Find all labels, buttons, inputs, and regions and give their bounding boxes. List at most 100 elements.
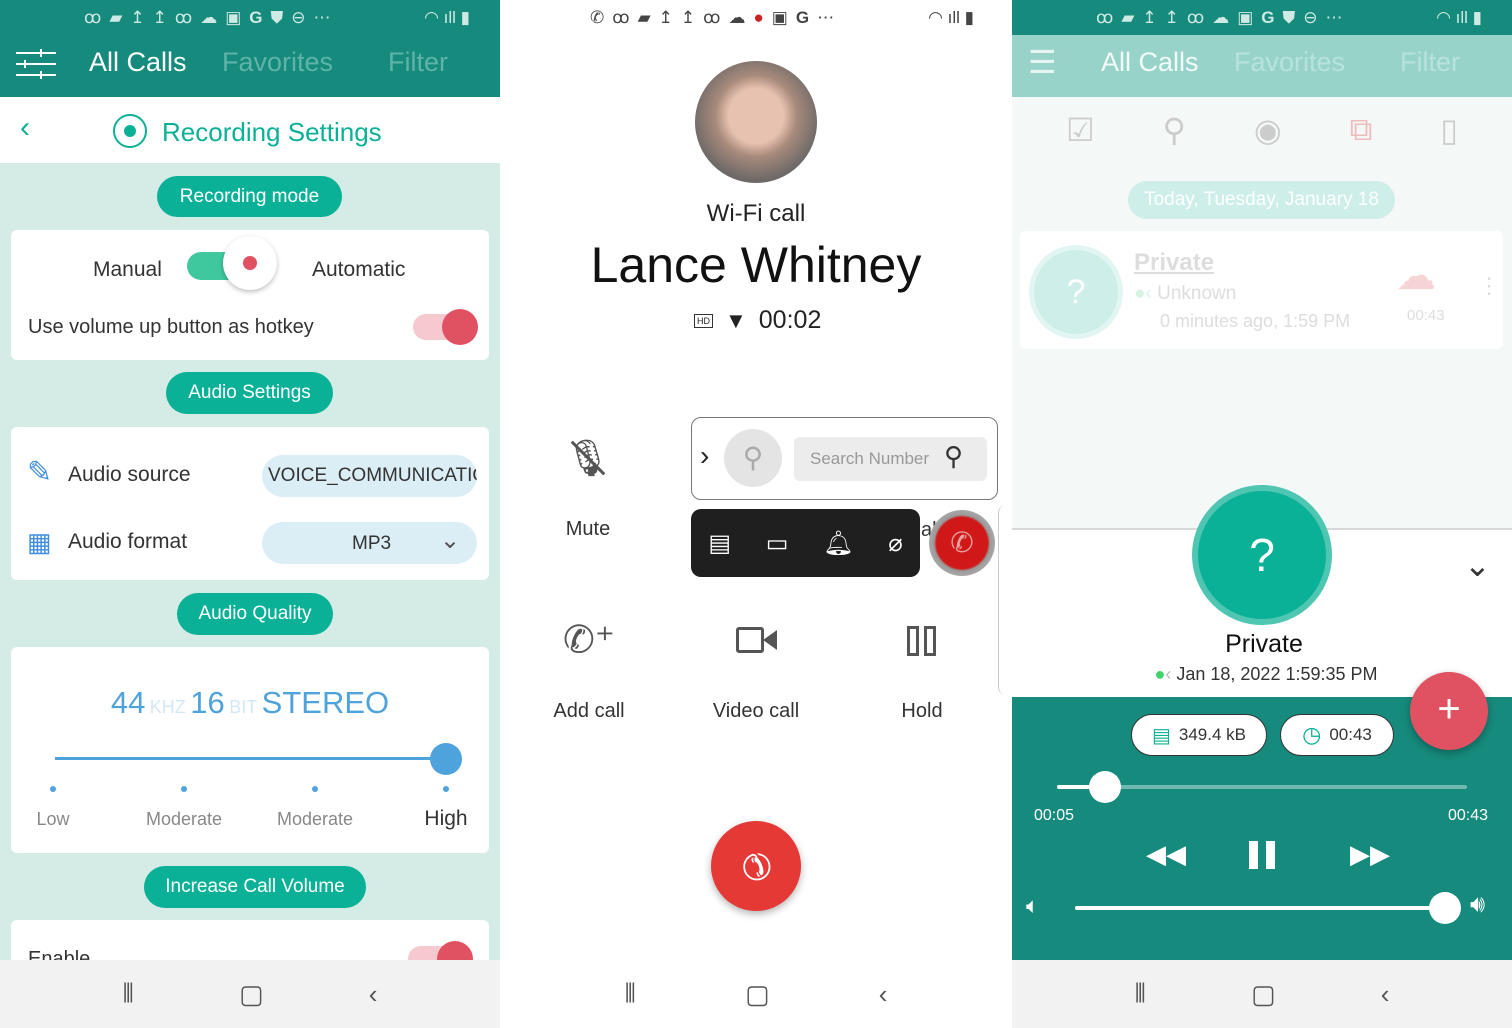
recent-apps-icon[interactable]: ⦀	[625, 978, 636, 1010]
record-settings-icon	[113, 114, 147, 148]
calendar-icon[interactable]: ▤	[708, 529, 731, 558]
tab-favorites[interactable]: Favorites	[222, 47, 333, 78]
top-tab-bar: ☰ All Calls Favorites Filter	[1012, 35, 1512, 97]
caller-avatar	[695, 61, 817, 183]
overlay-edge	[998, 505, 1012, 695]
recent-apps-icon[interactable]: ⦀	[123, 978, 134, 1010]
collapse-chevron-icon[interactable]: ›	[700, 440, 709, 472]
audio-source-dropdown[interactable]: VOICE_COMMUNICATIO	[262, 455, 477, 497]
tab-filter[interactable]: Filter	[1400, 47, 1460, 78]
tab-all-calls[interactable]: All Calls	[89, 47, 187, 78]
home-icon[interactable]: ▢	[239, 979, 264, 1010]
voicemail-icon: ꝏ	[84, 7, 102, 27]
back-nav-icon[interactable]: ‹	[879, 979, 888, 1010]
file-icon: ▤	[1151, 724, 1171, 747]
search-placeholder: Search Number	[810, 449, 930, 468]
chevron-down-icon: ⌄	[440, 527, 461, 554]
record-icon[interactable]: ◉	[1254, 111, 1282, 149]
back-nav-icon[interactable]: ‹	[369, 979, 378, 1010]
clock-icon: ◷	[1302, 722, 1322, 747]
search-icon[interactable]: ⚲	[944, 441, 963, 472]
mic-off-icon[interactable]: ⌀	[888, 529, 902, 558]
pause-button[interactable]	[1249, 841, 1275, 869]
rewind-button[interactable]: ◀◀	[1146, 839, 1186, 870]
collapse-chevron-icon[interactable]: ⌄	[1464, 546, 1491, 584]
quality-level-label[interactable]: Low	[36, 809, 69, 830]
player-datetime: ●‹ Jan 18, 2022 1:59:35 PM	[1154, 664, 1378, 684]
sample-rate: 44	[110, 685, 146, 720]
channels: STEREO	[261, 685, 390, 720]
end-call-button[interactable]: ✆	[711, 821, 801, 911]
back-nav-icon[interactable]: ‹	[1381, 979, 1390, 1010]
home-icon[interactable]: ▢	[1251, 979, 1276, 1010]
date-header: Today, Tuesday, January 18	[1128, 181, 1395, 219]
quality-tick[interactable]	[312, 786, 318, 792]
recording-list-item[interactable]: ? Private ●‹ Unknown 0 minutes ago, 1:59…	[1020, 231, 1503, 349]
copy-icon[interactable]: ⧉	[1350, 111, 1373, 149]
length-chip: ◷ 00:43	[1280, 714, 1394, 756]
tab-favorites[interactable]: Favorites	[1234, 47, 1345, 78]
grid-format-icon: ▦	[27, 527, 52, 557]
search-overlay: › ⚲ Search Number ⚲	[691, 417, 998, 500]
more-options-icon[interactable]: ⋮	[1478, 273, 1500, 299]
home-icon[interactable]: ▢	[745, 979, 770, 1010]
audio-source-value: VOICE_COMMUNICATIO	[268, 465, 477, 486]
wifi-signal-battery-icon: ◠ ıll ▮	[1436, 7, 1482, 27]
quality-tick[interactable]	[181, 786, 187, 792]
more-icon: ⋯	[1325, 7, 1343, 27]
elapsed-time: 00:05	[1034, 807, 1075, 824]
audio-settings-header: Audio Settings	[166, 372, 333, 414]
message-icon[interactable]: ▭	[766, 529, 789, 558]
quality-tick[interactable]	[50, 786, 56, 792]
search-toggle-button[interactable]: ⚲	[724, 429, 782, 487]
back-icon[interactable]: ‹	[20, 111, 30, 145]
total-time: 00:43	[1448, 807, 1489, 824]
add-call-label: Add call	[553, 700, 625, 722]
recording-mode-header: Recording mode	[157, 176, 342, 217]
wifi-signal-battery-icon: ◠ ıll ▮	[424, 7, 470, 27]
sliders-menu-icon[interactable]	[16, 49, 56, 79]
quality-level-label[interactable]: High	[424, 807, 467, 831]
select-checkbox-icon[interactable]: ☑	[1066, 111, 1095, 149]
top-tab-bar: All Calls Favorites Filter	[0, 35, 500, 97]
tab-filter[interactable]: Filter	[388, 47, 448, 78]
sliders-menu-icon[interactable]: ☰	[1028, 43, 1057, 81]
search-number-input[interactable]: Search Number ⚲	[794, 437, 987, 481]
contact-avatar: ?	[1029, 245, 1123, 339]
fast-forward-button[interactable]: ▶▶	[1350, 839, 1390, 870]
audio-format-label: Audio format	[68, 530, 188, 553]
tab-all-calls[interactable]: All Calls	[1101, 47, 1199, 78]
mute-label: Mute	[565, 518, 611, 540]
sd-card-icon[interactable]: ▯	[1440, 111, 1458, 149]
audio-format-dropdown[interactable]: MP3 ⌄	[262, 522, 477, 564]
audio-format-value: MP3	[352, 533, 392, 554]
message-icon: ▰	[637, 7, 651, 27]
call-time: 0 minutes ago, 1:59 PM	[1160, 311, 1351, 331]
cloud-icon: ☁	[728, 7, 746, 27]
more-icon: ⋯	[313, 7, 331, 27]
voicemail-icon: ꝏ	[174, 7, 193, 27]
recent-apps-icon[interactable]: ⦀	[1135, 978, 1146, 1010]
record-call-button[interactable]: ✆	[929, 510, 995, 576]
bit-depth-unit: BIT	[229, 697, 258, 717]
search-icon[interactable]: ⚲	[1163, 111, 1186, 149]
upload-icon: ↥	[1142, 7, 1157, 27]
quality-level-label[interactable]: Moderate	[277, 809, 353, 830]
cloud-upload-icon[interactable]: ☁	[1396, 253, 1436, 299]
quality-tick[interactable]	[443, 786, 449, 792]
google-icon: G	[1261, 7, 1275, 27]
contact-name[interactable]: Private	[1134, 249, 1214, 277]
page-title: Recording Settings	[162, 117, 382, 147]
hold-label: Hold	[901, 700, 943, 722]
player-contact-name: Private	[1225, 630, 1303, 658]
sample-rate-unit: KHZ	[149, 697, 186, 717]
caller-name: Lance Whitney	[590, 237, 922, 293]
add-fab-button[interactable]: +	[1410, 672, 1488, 750]
in-call-screen: ✆ ꝏ ▰ ↥ ↥ ꝏ ☁ ● ▣ G ⋯ ◠ ıll ▮ Wi-Fi call Lance Whi…	[500, 0, 1012, 1028]
upload-icon: ↥	[658, 7, 673, 27]
wifi-signal-battery-icon: ◠ ıll ▮	[928, 7, 974, 27]
bell-icon[interactable]: 🔔︎	[823, 529, 853, 558]
status-bar: ꝏ ▰ ↥ ↥ ꝏ ☁ ▣ G ⛊ ⊖ ⋯ ◠ ıll ▮	[1012, 0, 1512, 35]
quality-level-label[interactable]: Moderate	[146, 809, 222, 830]
volume-low-icon: 🔈︎	[1026, 893, 1040, 918]
